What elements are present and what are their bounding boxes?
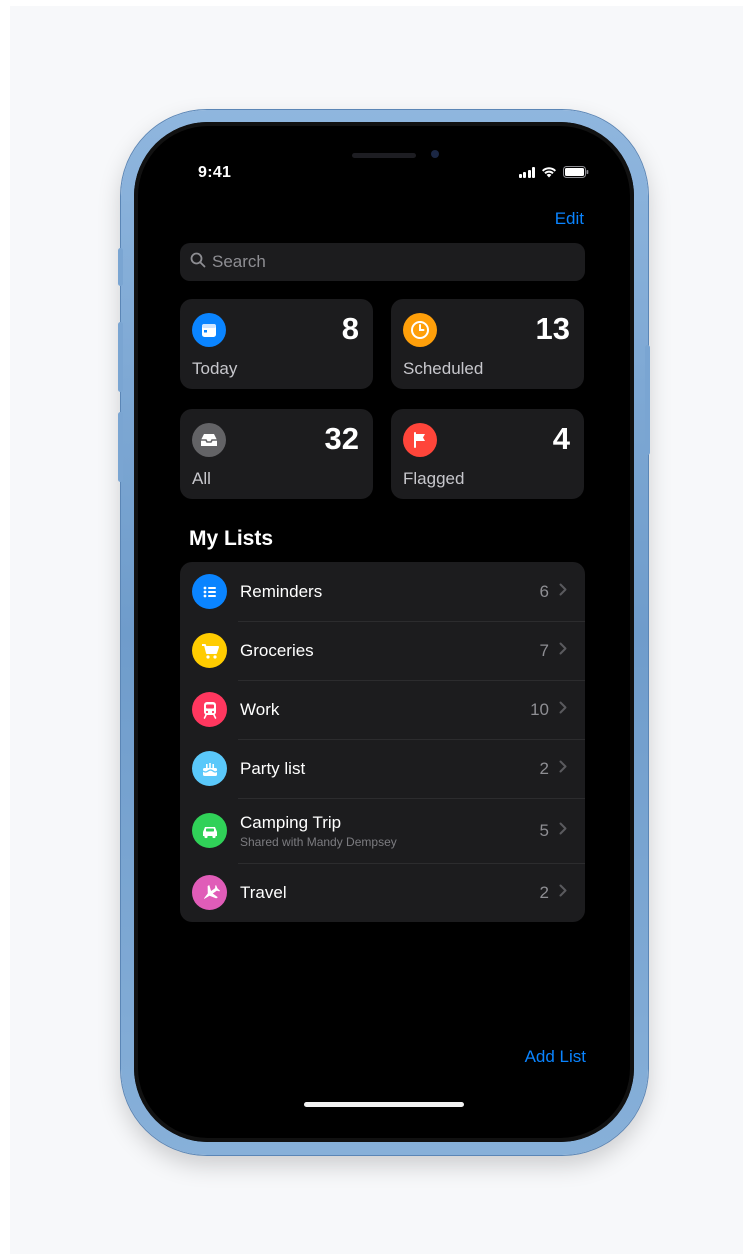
list-item-camping-trip[interactable]: Camping Trip Shared with Mandy Dempsey 5 [180,798,585,863]
volume-up-button [118,322,123,392]
chevron-right-icon [559,884,567,902]
edit-button[interactable]: Edit [555,209,584,229]
list-count: 2 [539,882,549,902]
calendar-icon [192,313,226,347]
cake-icon [192,751,227,786]
power-button [645,345,650,455]
list-count: 2 [539,758,549,778]
flag-icon [403,423,437,457]
today-count: 8 [341,311,359,346]
tray-icon [192,423,226,457]
clock-icon [403,313,437,347]
phone-screen: 9:41 Edit Search 8 Today 13 Scheduled 32… [134,122,634,1142]
search-placeholder: Search [212,252,266,271]
list-item-reminders[interactable]: Reminders 6 [180,562,585,621]
list-count: 7 [539,640,549,660]
battery-icon [563,166,589,178]
my-lists-group: Reminders 6 Groceries 7 Work 10 Party li… [180,562,585,922]
list-name: Travel [240,882,287,902]
status-time: 9:41 [198,164,232,181]
airplane-icon [192,875,227,910]
flagged-count: 4 [552,421,570,456]
earpiece-speaker [352,153,416,158]
chevron-right-icon [559,822,567,840]
list-name: Reminders [240,581,323,601]
shared-with-subtitle: Shared with Mandy Dempsey [240,834,397,849]
cart-icon [192,633,227,668]
chevron-right-icon [559,642,567,660]
mute-switch [118,248,123,286]
smart-list-all[interactable]: 32 All [180,409,373,499]
search-icon [190,252,206,273]
flagged-label: Flagged [403,469,465,488]
my-lists-heading: My Lists [189,527,274,550]
smart-list-flagged[interactable]: 4 Flagged [391,409,584,499]
chevron-right-icon [559,760,567,778]
list-item-work[interactable]: Work 10 [180,680,585,739]
list-item-groceries[interactable]: Groceries 7 [180,621,585,680]
list-icon [192,574,227,609]
list-count: 6 [539,581,549,601]
list-count: 10 [530,699,549,719]
train-icon [192,692,227,727]
list-count: 5 [539,820,549,840]
list-name: Camping Trip [240,812,342,832]
list-name: Work [240,699,280,719]
today-label: Today [192,359,238,378]
list-item-travel[interactable]: Travel 2 [180,863,585,922]
scheduled-count: 13 [535,311,570,346]
list-name: Party list [240,758,306,778]
volume-down-button [118,412,123,482]
smart-list-scheduled[interactable]: 13 Scheduled [391,299,584,389]
wifi-icon [541,166,557,178]
status-icons [518,166,590,178]
scheduled-label: Scheduled [403,359,484,378]
car-icon [192,813,227,848]
all-count: 32 [324,421,359,456]
search-field[interactable]: Search [180,243,585,281]
front-camera [431,150,439,158]
list-item-party-list[interactable]: Party list 2 [180,739,585,798]
smart-list-today[interactable]: 8 Today [180,299,373,389]
home-indicator[interactable] [304,1102,464,1107]
list-name: Groceries [240,640,314,660]
all-label: All [192,469,211,488]
chevron-right-icon [559,583,567,601]
add-list-button[interactable]: Add List [525,1047,586,1067]
cellular-signal-icon [518,167,535,178]
chevron-right-icon [559,701,567,719]
